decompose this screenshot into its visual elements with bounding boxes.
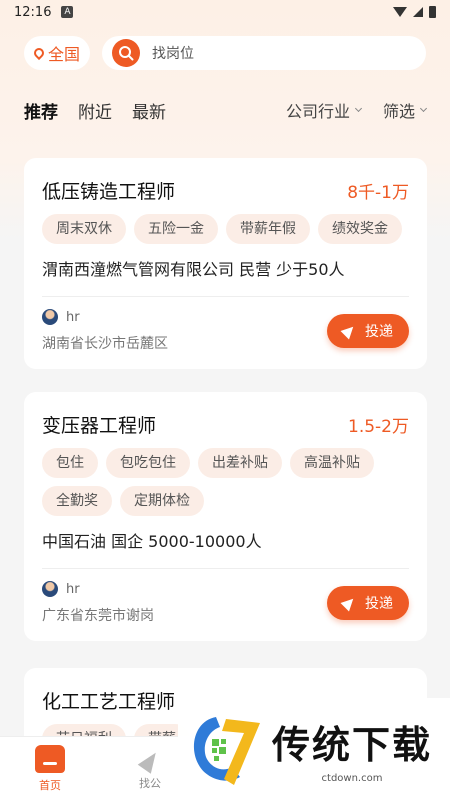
home-icon [35,744,65,773]
apply-button[interactable]: 投递 [327,586,409,620]
job-tag: 带薪年假 [226,214,310,244]
job-salary: 1.5-2万 [348,416,409,437]
job-tag: 定期体检 [120,486,204,516]
job-title: 低压铸造工程师 [42,180,176,203]
notification-icon: A [61,6,74,18]
job-title: 化工工艺工程师 [42,690,176,713]
job-location: 广东省东莞市谢岗 [42,608,154,624]
industry-filter-label: 公司行业 [285,102,350,121]
filter-dropdown[interactable]: 筛选 [382,98,428,122]
company-info: 渭南西潼燃气管网有限公司 民营 少于50人 [42,260,345,279]
job-tag: 高温补贴 [290,448,374,478]
top-bar: 全国 找岗位 [24,34,426,72]
job-tag: 包吃包住 [106,448,190,478]
chevron-down-icon [354,104,363,113]
chevron-down-icon [419,104,428,113]
tabs-row: 推荐 附近 最新 公司行业 筛选 [24,96,428,124]
tab-find-label: 找公 [139,776,161,790]
job-location: 湖南省长沙市岳麓区 [42,336,168,352]
watermark-site: ctdown.com [321,773,383,784]
job-card[interactable]: 变压器工程师 1.5-2万 包住 包吃包住 出差补贴 高温补贴 全勤奖 定期体检… [24,392,427,641]
signal-icon [413,7,423,17]
apply-label: 投递 [365,596,393,612]
wifi-icon [393,7,407,17]
job-tag: 周末双休 [42,214,126,244]
job-tags: 包住 包吃包住 出差补贴 高温补贴 全勤奖 定期体检 [42,448,409,516]
job-title: 变压器工程师 [42,414,157,437]
job-card[interactable]: 低压铸造工程师 8千-1万 周末双休 五险一金 带薪年假 绩效奖金 渭南西潼燃气… [24,158,427,369]
tab-latest[interactable]: 最新 [132,98,166,123]
region-selector[interactable]: 全国 [24,36,91,70]
hr-name: hr [66,581,80,597]
watermark: 传统下载 ctdown.com [178,698,450,800]
status-time: 12:16 [14,4,52,20]
tab-nearby[interactable]: 附近 [78,98,112,123]
search-input[interactable]: 找岗位 [102,36,426,70]
watermark-brand: 传统下载 [272,723,433,767]
filters: 公司行业 筛选 [285,98,428,122]
tab-home[interactable]: 首页 [0,744,100,793]
status-icons [393,6,436,18]
avatar [42,309,58,325]
hr-name: hr [66,309,80,325]
send-icon [340,322,358,340]
job-tag: 包住 [42,448,98,478]
search-placeholder: 找岗位 [152,46,195,62]
filter-label: 筛选 [382,102,415,121]
send-icon [340,594,358,612]
region-label: 全国 [48,45,81,64]
job-salary: 8千-1万 [347,182,409,203]
search-icon [112,39,141,67]
job-tags: 周末双休 五险一金 带薪年假 绩效奖金 [42,214,409,244]
tab-recommend[interactable]: 推荐 [24,98,58,123]
apply-button[interactable]: 投递 [327,314,409,348]
tab-home-label: 首页 [39,778,61,792]
job-tag: 全勤奖 [42,486,112,516]
status-bar: 12:16 A [0,0,450,24]
apply-label: 投递 [365,324,393,340]
job-tag: 五险一金 [134,214,218,244]
industry-filter[interactable]: 公司行业 [285,98,363,122]
brand-logo-icon [186,709,264,789]
location-pin-icon [31,45,47,61]
send-icon [137,747,163,774]
company-info: 中国石油 国企 5000-10000人 [42,532,262,551]
avatar [42,581,58,597]
job-tag: 绩效奖金 [318,214,402,244]
battery-icon [429,6,436,18]
job-tag: 出差补贴 [198,448,282,478]
